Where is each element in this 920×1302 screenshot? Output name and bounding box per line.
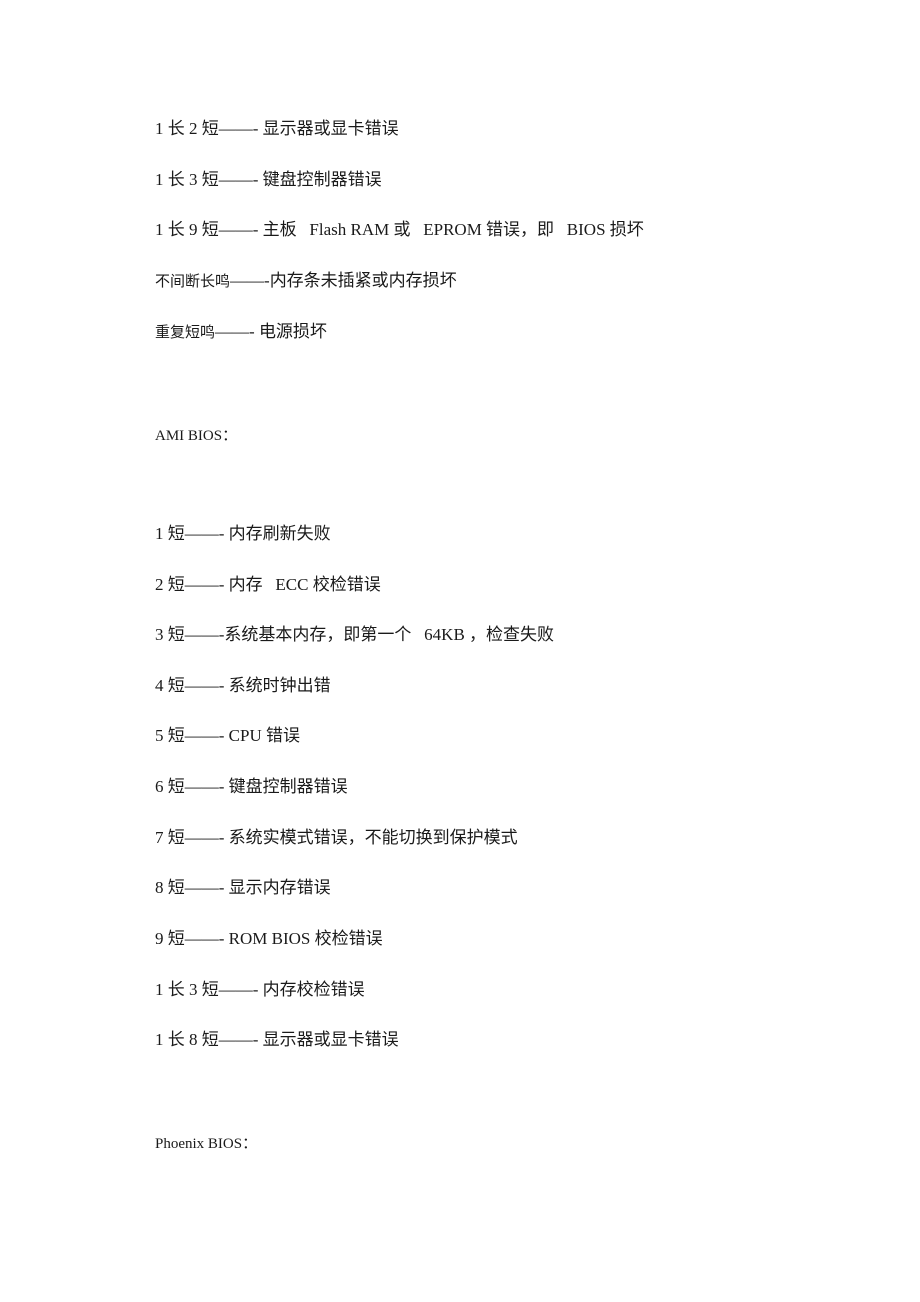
separator: ——- [218,119,263,138]
separator: ——- [184,878,229,897]
separator: ——- [184,575,229,594]
beep-description: 显示器或显卡错误 [262,119,399,138]
separator: ——- [215,322,259,341]
separator: ——- [184,676,229,695]
section-heading-phoenix: Phoenix BIOS： [155,1136,258,1152]
beep-code-line: 3 短——-系统基本内存，即第一个 64KB ，检查失败 [155,625,554,645]
beep-code-line: 9 短——- ROM BIOS 校检错误 [155,929,383,949]
beep-code-line: 不间断长鸣——-内存条未插紧或内存损坏 [155,271,457,292]
beep-description: 内存 ECC 校检错误 [228,575,381,594]
separator: ——- [184,828,229,847]
beep-code: 9 短 [155,929,185,948]
beep-description: 内存校检错误 [262,980,365,999]
beep-code: 不间断长鸣 [155,274,231,290]
separator: ——- [184,726,229,745]
beep-code-line: 1 短——- 内存刷新失败 [155,524,331,544]
separator: ——- [218,1030,263,1049]
beep-code: 1 长 3 短 [155,980,219,999]
separator: ——- [218,980,263,999]
beep-code: 5 短 [155,726,185,745]
beep-code-line: 4 短——- 系统时钟出错 [155,676,331,696]
separator: ——- [184,929,229,948]
beep-code-line: 重复短鸣——- 电源损坏 [155,322,327,343]
beep-description: 系统基本内存，即第一个 64KB ，检查失败 [224,625,555,644]
beep-description: 显示内存错误 [228,878,331,897]
beep-code: 1 长 9 短 [155,220,219,239]
beep-code-line: 2 短——- 内存 ECC 校检错误 [155,575,381,595]
beep-code-line: 8 短——- 显示内存错误 [155,878,331,898]
beep-code-line: 1 长 3 短——- 内存校检错误 [155,980,365,1000]
beep-code: 1 长 8 短 [155,1030,219,1049]
beep-code: 3 短 [155,625,185,644]
beep-code: 1 短 [155,524,185,543]
beep-description: ROM BIOS 校检错误 [228,929,383,948]
section-heading-ami: AMI BIOS： [155,428,238,444]
separator: ——- [218,220,263,239]
beep-code-line: 1 长 3 短——- 键盘控制器错误 [155,170,382,190]
beep-description: 电源损坏 [258,322,327,341]
beep-code-line: 1 长 9 短——- 主板 Flash RAM 或 EPROM 错误，即 BIO… [155,220,644,240]
beep-description: CPU 错误 [228,726,300,745]
beep-code: 6 短 [155,777,185,796]
separator: ——- [184,625,225,644]
beep-description: 系统实模式错误，不能切换到保护模式 [228,828,518,847]
separator: ——- [230,271,270,290]
beep-description: 显示器或显卡错误 [262,1030,399,1049]
beep-code-line: 6 短——- 键盘控制器错误 [155,777,348,797]
beep-code-line: 1 长 8 短——- 显示器或显卡错误 [155,1030,399,1050]
beep-description: 内存条未插紧或内存损坏 [269,271,457,290]
beep-description: 键盘控制器错误 [228,777,348,796]
beep-code: 1 长 2 短 [155,119,219,138]
beep-description: 主板 Flash RAM 或 EPROM 错误，即 BIOS 损坏 [262,220,644,239]
beep-code: 重复短鸣 [155,325,216,341]
beep-code: 4 短 [155,676,185,695]
separator: ——- [218,170,263,189]
beep-code: 2 短 [155,575,185,594]
beep-code: 1 长 3 短 [155,170,219,189]
beep-code-line: 7 短——- 系统实模式错误，不能切换到保护模式 [155,828,518,848]
beep-code-line: 1 长 2 短——- 显示器或显卡错误 [155,119,399,139]
beep-description: 系统时钟出错 [228,676,331,695]
beep-description: 键盘控制器错误 [262,170,382,189]
beep-code: 7 短 [155,828,185,847]
separator: ——- [184,777,229,796]
beep-code: 8 短 [155,878,185,897]
separator: ——- [184,524,229,543]
beep-code-line: 5 短——- CPU 错误 [155,726,300,746]
beep-description: 内存刷新失败 [228,524,331,543]
